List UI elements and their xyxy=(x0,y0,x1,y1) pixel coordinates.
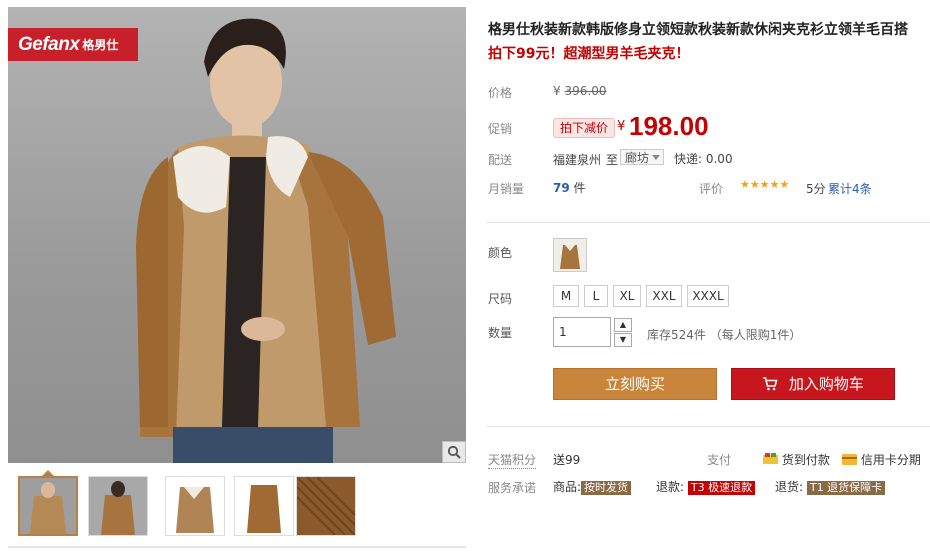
cod-option[interactable]: 货到付款 xyxy=(763,451,830,468)
brand-logo: Gefanx 格男仕 xyxy=(8,28,138,61)
points-value-text: 送99 xyxy=(553,453,581,467)
main-product-image[interactable] xyxy=(8,7,466,463)
rating-stars: ★★★★★ xyxy=(740,178,790,191)
return-tag[interactable]: T1 退货保障卡 xyxy=(806,481,886,495)
price-label: 价格 xyxy=(488,86,513,100)
add-to-cart-button[interactable]: 加入购物车 xyxy=(731,368,895,400)
points-value: 送99 xyxy=(553,451,580,468)
ship-to-word: 至 xyxy=(606,153,619,167)
qty-decrease-button[interactable]: ▼ xyxy=(614,333,632,347)
size-option-xl[interactable]: XL xyxy=(613,285,641,307)
color-option-swatch[interactable] xyxy=(553,238,587,272)
review-count-link[interactable]: 累计4条 xyxy=(828,180,872,197)
thumbnail-4[interactable] xyxy=(234,476,294,536)
goods-promise: 商品: 按时发货 xyxy=(553,478,632,495)
size-option-xxl[interactable]: XXL xyxy=(646,285,682,307)
add-to-cart-label: 加入购物车 xyxy=(788,375,864,393)
currency-symbol: ¥ xyxy=(553,84,561,98)
thumbnail-strip xyxy=(8,468,468,542)
thumbnail-3[interactable] xyxy=(165,476,225,536)
sales-label: 月销量 xyxy=(488,182,525,196)
promo-price: 198.00 xyxy=(629,111,709,141)
qty-increase-button[interactable]: ▲ xyxy=(614,318,632,332)
destination-value: 廊坊 xyxy=(625,151,650,165)
shipping-label: 配送 xyxy=(488,153,513,167)
goods-label: 商品: xyxy=(553,480,582,494)
cart-icon xyxy=(763,377,778,391)
thumbnail-1[interactable] xyxy=(18,476,78,536)
refund-tag[interactable]: T3 极速退款 xyxy=(687,481,756,495)
credit-option[interactable]: 信用卡分期 xyxy=(842,451,921,468)
rating-label: 评价 xyxy=(699,182,724,196)
color-label: 颜色 xyxy=(488,246,513,260)
promo-badge: 拍下减价 xyxy=(553,118,616,138)
brand-logo-cn: 格男仕 xyxy=(82,38,119,52)
cod-icon xyxy=(763,453,778,464)
thumbnail-5[interactable] xyxy=(296,476,356,536)
sales-count: 79 xyxy=(553,181,570,195)
section-divider-2 xyxy=(486,426,930,427)
destination-select[interactable]: 廊坊 xyxy=(620,149,664,165)
refund-label: 退款: xyxy=(656,480,685,494)
return-promise: 退货: T1 退货保障卡 xyxy=(775,478,886,495)
express-fee: 快递: 0.00 xyxy=(674,152,733,166)
size-option-xxxl[interactable]: XXXL xyxy=(687,285,729,307)
bottom-divider xyxy=(8,546,466,548)
section-divider xyxy=(486,222,930,223)
product-title: 格男仕秋装新款韩版修身立领短款秋装新款休闲夹克衫立领羊毛百搭 xyxy=(488,22,908,38)
goods-tag[interactable]: 按时发货 xyxy=(581,481,632,495)
qty-label: 数量 xyxy=(488,326,513,340)
cod-label: 货到付款 xyxy=(781,453,830,467)
promise-label: 服务承诺 xyxy=(488,481,537,495)
stock-info: 库存524件 （每人限购1件） xyxy=(647,328,802,342)
credit-label: 信用卡分期 xyxy=(860,453,921,467)
model-figure-image xyxy=(136,18,396,463)
pay-label: 支付 xyxy=(707,453,732,467)
ship-from: 福建泉州 xyxy=(553,153,602,167)
zoom-icon[interactable] xyxy=(442,441,466,463)
points-label[interactable]: 天猫积分 xyxy=(488,451,537,469)
promo-label: 促销 xyxy=(488,122,513,136)
promo-currency: ¥ xyxy=(617,119,626,134)
size-option-l[interactable]: L xyxy=(584,285,608,307)
return-label: 退货: xyxy=(775,480,804,494)
original-price: ¥ 396.00 xyxy=(553,84,606,98)
buy-now-button[interactable]: 立刻购买 xyxy=(553,368,717,400)
refund-promise: 退款: T3 极速退款 xyxy=(656,478,756,495)
sales-unit: 件 xyxy=(573,181,586,195)
rating-score: 5分 xyxy=(806,182,826,196)
brand-logo-text: Gefanx xyxy=(18,33,80,55)
product-subtitle: 拍下99元！超潮型男羊毛夹克！ xyxy=(488,46,690,62)
credit-card-icon xyxy=(842,454,857,465)
chevron-down-icon xyxy=(652,155,660,160)
original-price-value: 396.00 xyxy=(564,84,607,98)
size-label: 尺码 xyxy=(488,292,513,306)
thumbnail-2[interactable] xyxy=(88,476,148,536)
size-option-m[interactable]: M xyxy=(553,285,579,307)
sales-count-group: 79 件 xyxy=(553,179,586,196)
quantity-input[interactable]: 1 xyxy=(553,317,611,347)
